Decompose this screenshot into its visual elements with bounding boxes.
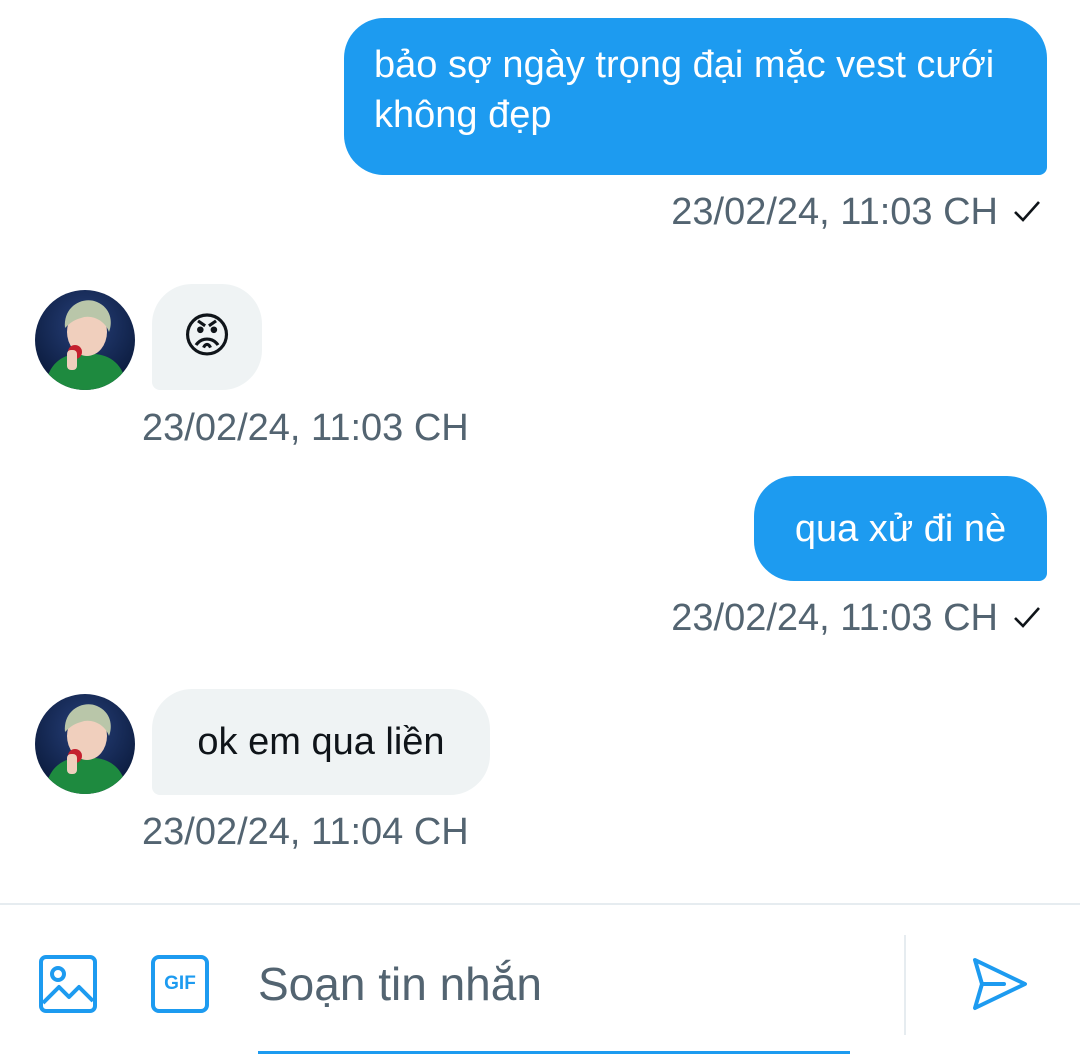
gif-button[interactable]: GIF: [149, 953, 211, 1015]
message-bubble-outgoing[interactable]: bảo sợ ngày trọng đại mặc vest cưới khôn…: [344, 18, 1047, 175]
image-button[interactable]: [37, 953, 99, 1015]
avatar-image: [35, 694, 135, 794]
send-button[interactable]: [970, 955, 1030, 1013]
message-bubble-outgoing[interactable]: qua xử đi nè: [754, 476, 1047, 581]
message-text: qua xử đi nè: [794, 507, 1007, 550]
send-divider: [904, 935, 906, 1035]
send-icon: [973, 958, 1027, 1010]
message-timestamp: 23/02/24, 11:04 CH: [142, 811, 469, 853]
message-timestamp: 23/02/24, 11:03 CH: [671, 597, 998, 639]
message-timestamp: 23/02/24, 11:03 CH: [671, 191, 998, 233]
checkmark-icon: [1012, 190, 1042, 234]
message-bubble-incoming[interactable]: ok em qua liền: [152, 689, 490, 795]
input-underline: [258, 1051, 850, 1054]
gif-label: GIF: [164, 973, 196, 994]
message-meta: 23/02/24, 11:03 CH: [671, 190, 1042, 234]
emoji-angry: 😡: [181, 310, 233, 363]
message-text: ok em qua liền: [197, 721, 445, 763]
message-timestamp: 23/02/24, 11:03 CH: [142, 407, 469, 449]
avatar[interactable]: [35, 290, 135, 390]
checkmark-icon: [1012, 596, 1042, 640]
image-icon: [39, 955, 97, 1013]
avatar-image: [35, 290, 135, 390]
message-input[interactable]: [258, 951, 850, 1017]
message-bubble-incoming[interactable]: 😡: [152, 284, 262, 390]
message-meta: 23/02/24, 11:03 CH: [671, 596, 1042, 640]
message-text: bảo sợ ngày trọng đại mặc vest cưới khôn…: [374, 44, 995, 136]
avatar[interactable]: [35, 694, 135, 794]
composer: GIF: [0, 905, 1080, 1058]
